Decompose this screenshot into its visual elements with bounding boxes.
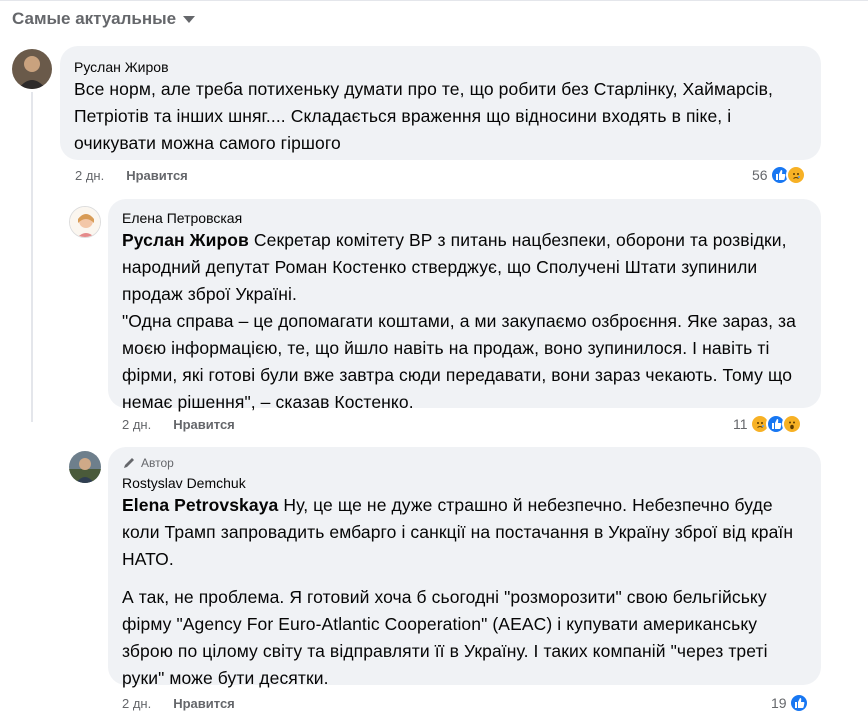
comment-bubble: Автор Rostyslav Demchuk Elena Petrovskay…	[108, 447, 821, 688]
sort-label: Самые актуальные	[12, 9, 177, 28]
comment-bubble: Елена Петровская Руслан Жиров Секретар к…	[108, 199, 821, 412]
thread-line	[31, 92, 33, 422]
avatar[interactable]	[69, 206, 101, 238]
comment-time[interactable]: 2 дн.	[75, 168, 104, 183]
comment-author[interactable]: Rostyslav Demchuk	[122, 474, 807, 492]
comment-time[interactable]: 2 дн.	[122, 696, 151, 711]
author-badge: Автор	[122, 455, 807, 471]
comment-text: Руслан Жиров Секретар комітету ВР з пита…	[122, 227, 807, 308]
reaction-count: 56	[752, 167, 768, 183]
like-button[interactable]: Нравится	[126, 168, 188, 183]
comment-paragraph: А так, не проблема. Я готовий хоча б сьо…	[122, 587, 768, 688]
comment-actions: 2 дн. Нравится	[122, 417, 235, 432]
author-badge-label: Автор	[141, 456, 174, 470]
comment-time[interactable]: 2 дн.	[122, 417, 151, 432]
comment-actions: 2 дн. Нравится	[122, 696, 235, 711]
mention-link[interactable]: Руслан Жиров	[122, 230, 249, 250]
reaction-summary[interactable]: 19	[771, 693, 809, 713]
avatar[interactable]	[12, 49, 52, 89]
sad-icon	[785, 165, 806, 185]
avatar[interactable]	[69, 451, 101, 483]
like-button[interactable]: Нравится	[173, 696, 235, 711]
sort-dropdown[interactable]: Самые актуальные	[12, 9, 196, 29]
reaction-summary[interactable]: 11	[733, 414, 802, 434]
mention-link[interactable]: Elena Petrovskaya	[122, 495, 278, 515]
comment-text: Elena Petrovskaya Ну, це ще не дуже стра…	[122, 492, 807, 573]
like-button[interactable]: Нравится	[173, 417, 235, 432]
top-divider	[0, 0, 868, 1]
reaction-summary[interactable]: 56	[752, 165, 806, 185]
caret-down-icon	[183, 15, 196, 23]
comment-author[interactable]: Елена Петровская	[122, 209, 807, 227]
comment-bubble: Руслан Жиров Все норм, але треба потихен…	[60, 46, 821, 160]
comment-author[interactable]: Руслан Жиров	[74, 58, 807, 76]
comment-quote: "Одна справа – це допомагати коштами, а …	[122, 311, 796, 412]
like-icon	[788, 693, 809, 713]
reaction-count: 19	[771, 695, 787, 711]
wow-icon	[781, 414, 802, 434]
comment-text: Все норм, але треба потихеньку думати пр…	[74, 79, 773, 153]
reaction-count: 11	[733, 416, 748, 432]
comment-actions: 2 дн. Нравится	[75, 168, 188, 183]
pencil-icon	[124, 458, 134, 468]
